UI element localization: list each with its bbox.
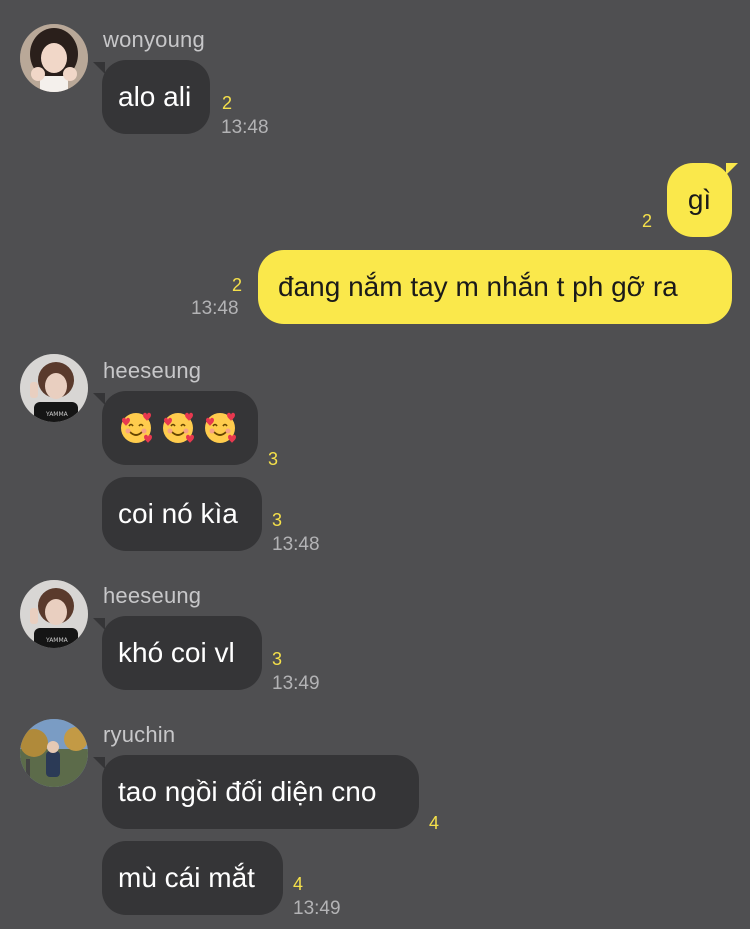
message-bubble-outgoing[interactable]: gì bbox=[667, 163, 732, 237]
unread-count: 2 bbox=[222, 93, 233, 113]
message-text: coi nó kìa bbox=[118, 498, 238, 529]
sender-name: heeseung bbox=[103, 583, 202, 608]
unread-count: 3 bbox=[272, 649, 283, 669]
message-bubble[interactable] bbox=[102, 391, 258, 465]
unread-count: 4 bbox=[293, 874, 304, 894]
message-bubble[interactable]: coi nó kìa bbox=[102, 477, 262, 551]
timestamp: 13:49 bbox=[293, 898, 341, 919]
unread-count: 2 bbox=[232, 275, 243, 295]
svg-text:YAMMA: YAMMA bbox=[45, 637, 69, 644]
timestamp: 13:48 bbox=[272, 534, 320, 555]
avatar-heeseung[interactable]: YAMMA bbox=[20, 354, 88, 422]
bubble-tail bbox=[726, 163, 738, 175]
svg-text:YAMMA: YAMMA bbox=[45, 411, 69, 418]
message-bubble[interactable]: mù cái mắt bbox=[102, 841, 283, 915]
unread-count: 3 bbox=[272, 510, 283, 530]
message-text: mù cái mắt bbox=[118, 862, 255, 893]
bubble-tail bbox=[93, 393, 105, 405]
smiling-face-with-hearts-icon bbox=[202, 410, 238, 446]
unread-count: 2 bbox=[642, 211, 653, 231]
smiling-face-with-hearts-icon bbox=[118, 410, 154, 446]
timestamp: 13:49 bbox=[272, 673, 320, 694]
message-bubble[interactable]: khó coi vl bbox=[102, 616, 262, 690]
avatar-ryuchin[interactable] bbox=[20, 719, 88, 787]
message-bubble[interactable]: alo ali bbox=[102, 60, 210, 134]
bubble-tail bbox=[93, 757, 105, 769]
bubble-tail bbox=[93, 618, 105, 630]
message-text: đang nắm tay m nhắn t ph gỡ ra bbox=[278, 271, 678, 302]
avatar-heeseung[interactable]: YAMMA bbox=[20, 580, 88, 648]
unread-count: 3 bbox=[268, 449, 279, 469]
message-text: khó coi vl bbox=[118, 637, 235, 668]
bubble-tail bbox=[93, 62, 105, 74]
message-bubble[interactable]: tao ngồi đối diện cno bbox=[102, 755, 419, 829]
smiling-face-with-hearts-icon bbox=[160, 410, 196, 446]
message-bubble-outgoing[interactable]: đang nắm tay m nhắn t ph gỡ ra bbox=[258, 250, 732, 324]
sender-name: ryuchin bbox=[103, 722, 176, 747]
timestamp: 13:48 bbox=[191, 298, 239, 319]
avatar-wonyoung[interactable] bbox=[20, 24, 88, 92]
timestamp: 13:48 bbox=[221, 117, 269, 138]
message-text: tao ngồi đối diện cno bbox=[118, 776, 377, 807]
message-text: gì bbox=[687, 184, 712, 215]
message-text: alo ali bbox=[118, 81, 192, 112]
sender-name: heeseung bbox=[103, 358, 202, 383]
unread-count: 4 bbox=[429, 813, 440, 833]
sender-name: wonyoung bbox=[103, 27, 205, 52]
